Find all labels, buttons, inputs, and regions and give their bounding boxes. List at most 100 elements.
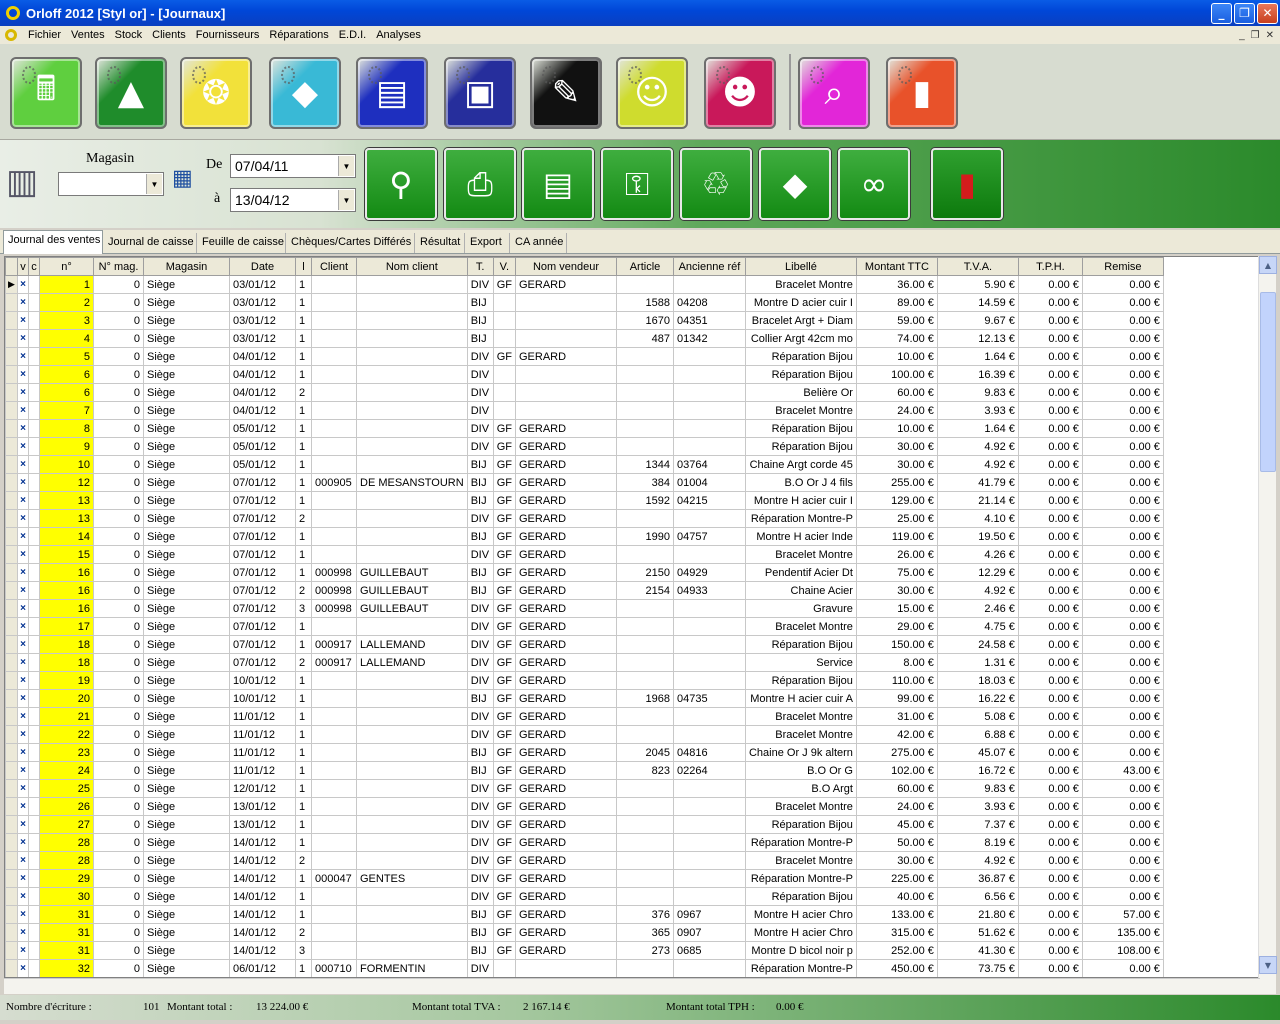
row-selector[interactable]	[5, 329, 18, 348]
search-button[interactable]: ⚲	[365, 148, 437, 220]
table-row[interactable]: × 5 0 Siège 04/01/12 1 DIV GF GERARD Réparation B…	[5, 347, 1164, 366]
table-row[interactable]: ▶ × 1 0 Siège 03/01/12 1 DIV GF GERARD Bracelet Mo…	[5, 275, 1164, 294]
table-row[interactable]: × 13 0 Siège 07/01/12 1 BIJ GF GERARD 1592 04215 Mo…	[5, 491, 1164, 510]
row-selector[interactable]	[5, 941, 18, 960]
column-header[interactable]: l	[295, 257, 312, 276]
row-selector[interactable]	[5, 365, 18, 384]
table-row[interactable]: × 16 0 Siège 07/01/12 3 000998 GUILLEBAUT DIV GF G…	[5, 599, 1164, 618]
tab-r-sultat[interactable]: Résultat	[416, 233, 465, 253]
diamond-button[interactable]: ◆	[269, 57, 341, 129]
row-selector[interactable]	[5, 959, 18, 977]
row-selector[interactable]	[5, 905, 18, 924]
minimize-icon[interactable]: _	[1211, 2, 1232, 24]
exit-door-button[interactable]: ▮	[886, 57, 958, 129]
row-selector[interactable]	[5, 455, 18, 474]
row-selector[interactable]	[5, 887, 18, 906]
row-selector[interactable]	[5, 293, 18, 312]
table-row[interactable]: × 27 0 Siège 13/01/12 1 DIV GF GERARD Réparation …	[5, 815, 1164, 834]
row-selector[interactable]	[5, 401, 18, 420]
table-row[interactable]: × 4 0 Siège 03/01/12 1 BIJ 487 01342 Collier Argt…	[5, 329, 1164, 348]
table-row[interactable]: × 8 0 Siège 05/01/12 1 DIV GF GERARD Réparation B…	[5, 419, 1164, 438]
table-row[interactable]: × 9 0 Siège 05/01/12 1 DIV GF GERARD Réparation B…	[5, 437, 1164, 456]
row-selector[interactable]	[5, 311, 18, 330]
table-row[interactable]: × 13 0 Siège 07/01/12 2 DIV GF GERARD Réparation …	[5, 509, 1164, 528]
table-row[interactable]: × 18 0 Siège 07/01/12 1 000917 LALLEMAND DIV GF GE…	[5, 635, 1164, 654]
printer-button[interactable]: ⎙	[444, 148, 516, 220]
from-date-field[interactable]: 07/04/11 ▼	[230, 154, 356, 178]
tab-export[interactable]: Export	[466, 233, 510, 253]
row-selector[interactable]	[5, 563, 18, 582]
row-selector[interactable]	[5, 635, 18, 654]
scroll-down-icon[interactable]: ▼	[1259, 956, 1277, 974]
current-row-icon[interactable]: ▶	[5, 275, 18, 294]
row-selector[interactable]	[5, 671, 18, 690]
table-row[interactable]: × 26 0 Siège 13/01/12 1 DIV GF GERARD Bracelet Mo…	[5, 797, 1164, 816]
menu-ventes[interactable]: Ventes	[66, 29, 110, 41]
row-selector[interactable]	[5, 707, 18, 726]
row-selector[interactable]	[5, 779, 18, 798]
column-header[interactable]: Nom vendeur	[514, 257, 617, 276]
column-header[interactable]: c	[28, 257, 40, 276]
binoculars-button[interactable]: ∞	[838, 148, 910, 220]
safe-button[interactable]: ▣	[444, 57, 516, 129]
tab-journal-des-ventes[interactable]: Journal des ventes	[3, 230, 103, 254]
table-row[interactable]: × 31 0 Siège 14/01/12 2 BIJ GF GERARD 365 0907 Mont…	[5, 923, 1164, 942]
row-selector[interactable]	[5, 833, 18, 852]
table-row[interactable]: × 14 0 Siège 07/01/12 1 BIJ GF GERARD 1990 04757 Mo…	[5, 527, 1164, 546]
tab-ch-ques-cartes-diff-r-s[interactable]: Chèques/Cartes Différés	[287, 233, 415, 253]
column-header[interactable]: Date	[229, 257, 296, 276]
chevron-down-icon[interactable]: ▼	[338, 190, 354, 210]
row-selector[interactable]	[5, 581, 18, 600]
row-selector[interactable]	[5, 599, 18, 618]
chevron-down-icon[interactable]: ▼	[338, 156, 354, 176]
table-row[interactable]: × 19 0 Siège 10/01/12 1 DIV GF GERARD Réparation …	[5, 671, 1164, 690]
table-row[interactable]: × 25 0 Siège 12/01/12 1 DIV GF GERARD B.O Argt 60.…	[5, 779, 1164, 798]
tab-feuille-de-caisse[interactable]: Feuille de caisse	[198, 233, 286, 253]
mdi-minimize-icon[interactable]: _	[1239, 30, 1245, 41]
row-selector[interactable]	[5, 797, 18, 816]
menu-fournisseurs[interactable]: Fournisseurs	[191, 29, 265, 41]
row-selector[interactable]	[5, 617, 18, 636]
maximize-icon[interactable]: ❐	[1234, 2, 1255, 24]
diamond-search-button[interactable]: ◆	[759, 148, 831, 220]
column-header[interactable]: T.V.A.	[936, 257, 1019, 276]
row-selector[interactable]	[5, 743, 18, 762]
row-selector[interactable]	[5, 869, 18, 888]
mdi-close-icon[interactable]: ✕	[1266, 30, 1274, 41]
scroll-up-icon[interactable]: ▲	[1259, 256, 1277, 274]
table-row[interactable]: × 16 0 Siège 07/01/12 1 000998 GUILLEBAUT BIJ GF G…	[5, 563, 1164, 582]
menu-edi[interactable]: E.D.I.	[334, 29, 372, 41]
table-row[interactable]: × 18 0 Siège 07/01/12 2 000917 LALLEMAND DIV GF GE…	[5, 653, 1164, 672]
row-selector[interactable]	[5, 347, 18, 366]
column-header[interactable]: N° mag.	[93, 257, 144, 276]
table-row[interactable]: × 23 0 Siège 11/01/12 1 BIJ GF GERARD 2045 04816 Ch…	[5, 743, 1164, 762]
analysis-button[interactable]: ⌕	[798, 57, 870, 129]
table-row[interactable]: × 6 0 Siège 04/01/12 2 DIV Belière Or 60.00 €9.8…	[5, 383, 1164, 402]
column-header[interactable]: Client	[311, 257, 357, 276]
tab-ca-ann-e[interactable]: CA année	[511, 233, 567, 253]
table-row[interactable]: × 29 0 Siège 14/01/12 1 000047 GENTES DIV GF GERAR…	[5, 869, 1164, 888]
column-header[interactable]: Montant TTC	[855, 257, 938, 276]
magasin-select[interactable]: ▼	[58, 172, 164, 196]
print-report-button[interactable]: ▤	[522, 148, 594, 220]
menu-stock[interactable]: Stock	[110, 29, 148, 41]
row-selector[interactable]	[5, 923, 18, 942]
table-row[interactable]: × 7 0 Siège 04/01/12 1 DIV Bracelet Montre 24.00…	[5, 401, 1164, 420]
column-header[interactable]: Ancienne réf	[672, 257, 746, 276]
row-selector[interactable]	[5, 851, 18, 870]
table-row[interactable]: × 17 0 Siège 07/01/12 1 DIV GF GERARD Bracelet Mo…	[5, 617, 1164, 636]
row-selector[interactable]	[5, 491, 18, 510]
toolbox-button[interactable]: ✎	[530, 57, 602, 129]
clipboard-button[interactable]: ▤	[356, 57, 428, 129]
row-selector[interactable]	[5, 527, 18, 546]
column-header[interactable]: Article	[615, 257, 674, 276]
row-selector[interactable]	[5, 473, 18, 492]
tab-journal-de-caisse[interactable]: Journal de caisse	[104, 233, 197, 253]
mdi-restore-icon[interactable]: ❐	[1251, 30, 1260, 41]
mdi-app-icon[interactable]	[5, 29, 17, 41]
close-icon[interactable]: ✕	[1257, 2, 1278, 24]
table-row[interactable]: × 31 0 Siège 14/01/12 3 BIJ GF GERARD 273 0685 Mont…	[5, 941, 1164, 960]
table-row[interactable]: × 2 0 Siège 03/01/12 1 BIJ 1588 04208 Montre D ac…	[5, 293, 1164, 312]
cash-register-button[interactable]: 🖩	[10, 57, 82, 129]
table-row[interactable]: × 3 0 Siège 03/01/12 1 BIJ 1670 04351 Bracelet Ar…	[5, 311, 1164, 330]
